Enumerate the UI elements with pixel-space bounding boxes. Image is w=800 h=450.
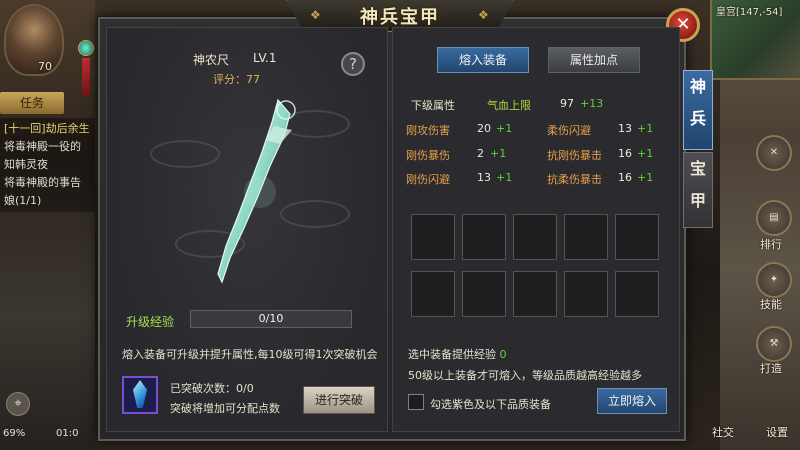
breakthrough-note: 突破将增加可分配点数 — [170, 402, 280, 415]
equipment-slot[interactable] — [615, 271, 659, 317]
attribute-increase: +1 — [637, 171, 654, 184]
attribute-increase: +1 — [496, 122, 513, 135]
equipment-slot[interactable] — [411, 271, 455, 317]
equipment-slot[interactable] — [411, 214, 455, 260]
equipment-slot[interactable] — [564, 271, 608, 317]
attribute-value: 16 — [618, 171, 632, 184]
tab-divine-weapon[interactable]: 神兵 — [683, 70, 713, 150]
quest-line: [十一回]劫后余生 — [4, 122, 90, 135]
equipment-slot[interactable] — [462, 271, 506, 317]
attribute-increase: +1 — [637, 147, 654, 160]
selected-exp-value: 0 — [499, 348, 507, 361]
skill-button[interactable]: ✦ — [756, 262, 792, 298]
equipment-slot[interactable] — [462, 214, 506, 260]
tab-attribute-points[interactable]: 属性加点 — [548, 47, 640, 73]
hp-limit-value: 97 — [560, 97, 574, 110]
quest-line: 娘(1/1) — [4, 194, 42, 207]
hp-limit-increase: +13 — [580, 97, 604, 110]
quest-line: 将毒神殿的事告 — [4, 176, 81, 189]
select-purple-label[interactable]: 勾选紫色及以下品质装备 — [430, 396, 551, 412]
breakthrough-count: 已突破次数：0/0 — [170, 382, 254, 395]
settings-gear-icon[interactable]: ✕ — [756, 135, 792, 171]
quest-tracker[interactable]: [十一回]劫后余生 将毒神殿一役的 知韩灵夜 将毒神殿的事告 娘(1/1) — [0, 118, 95, 212]
attribute-increase: +1 — [490, 147, 507, 160]
equipment-slot[interactable] — [564, 214, 608, 260]
vertical-tab-char: 宝 — [689, 159, 706, 178]
selected-exp-label: 选中装备提供经验 — [408, 348, 496, 361]
upgrade-exp-value: 0/10 — [258, 312, 284, 325]
attribute-name: 刚攻伤害 — [406, 124, 450, 137]
equipment-slot[interactable] — [513, 271, 557, 317]
select-purple-checkbox[interactable] — [408, 394, 424, 410]
equipment-slot[interactable] — [513, 214, 557, 260]
forge-label: 打造 — [760, 362, 782, 375]
clock: 01:0 — [56, 428, 79, 439]
upgrade-exp-label: 升级经验 — [126, 315, 175, 329]
quest-line: 将毒神殿一役的 — [4, 140, 81, 153]
attribute-name: 刚伤闪避 — [406, 173, 450, 186]
weapon-score: 评分：77 — [213, 73, 260, 86]
attribute-name: 抗柔伤暴击 — [547, 173, 602, 186]
divine-weapon-icon — [217, 98, 296, 284]
attribute-value: 13 — [477, 171, 491, 184]
attribute-name: 刚伤暴伤 — [406, 149, 450, 162]
merge-now-button[interactable]: 立即熔入 — [597, 388, 667, 414]
title-ornament-right: ❖ — [478, 8, 489, 22]
attribute-increase: +1 — [637, 122, 654, 135]
ribbon-ornament — [82, 58, 90, 96]
weapon-level: LV.1 — [253, 51, 277, 65]
next-level-label: 下级属性 — [411, 99, 455, 112]
tab-treasure-armor[interactable]: 宝甲 — [683, 152, 713, 228]
ranking-button[interactable]: ▤ — [756, 200, 792, 236]
attribute-value: 13 — [618, 122, 632, 135]
attribute-value: 16 — [618, 147, 632, 160]
tab-merge-equipment[interactable]: 熔入装备 — [437, 47, 529, 73]
attribute-name: 抗刚伤暴击 — [547, 149, 602, 162]
skill-label: 技能 — [760, 298, 782, 311]
camera-icon[interactable]: ⌖ — [6, 392, 30, 416]
forge-button[interactable]: ⚒ — [756, 326, 792, 362]
attribute-increase: +1 — [496, 171, 513, 184]
help-icon[interactable]: ? — [341, 52, 365, 76]
breakthrough-button[interactable]: 进行突破 — [303, 386, 375, 414]
weapon-name: 神农尺 — [193, 53, 230, 67]
merge-hint-text: 熔入装备可升级并提升属性,每10级可得1次突破机会 — [122, 348, 378, 361]
player-avatar[interactable] — [4, 4, 64, 76]
quest-tab[interactable]: 任务 — [0, 92, 64, 114]
equipment-slot[interactable] — [615, 214, 659, 260]
ranking-label: 排行 — [760, 238, 782, 251]
hp-limit-label: 气血上限 — [487, 99, 531, 112]
map-coordinates: 皇宫[147,-54] — [716, 7, 783, 18]
battery-level: 69% — [3, 428, 26, 439]
player-level: 70 — [38, 60, 52, 73]
attribute-name: 柔伤闪避 — [547, 124, 591, 137]
vertical-tab-char: 神 — [689, 77, 706, 96]
attribute-value: 2 — [477, 147, 484, 160]
social-label[interactable]: 社交 — [712, 424, 734, 440]
jade-orb-icon — [78, 40, 94, 56]
quest-line: 知韩灵夜 — [4, 158, 48, 171]
attribute-value: 20 — [477, 122, 491, 135]
vertical-tab-char: 甲 — [689, 191, 706, 210]
vertical-tab-char: 兵 — [689, 109, 706, 128]
settings-label[interactable]: 设置 — [766, 424, 788, 440]
merge-rule-text: 50级以上装备才可熔入，等级品质越高经验越多 — [408, 369, 642, 382]
selected-exp-provided: 选中装备提供经验 0 — [408, 346, 507, 362]
